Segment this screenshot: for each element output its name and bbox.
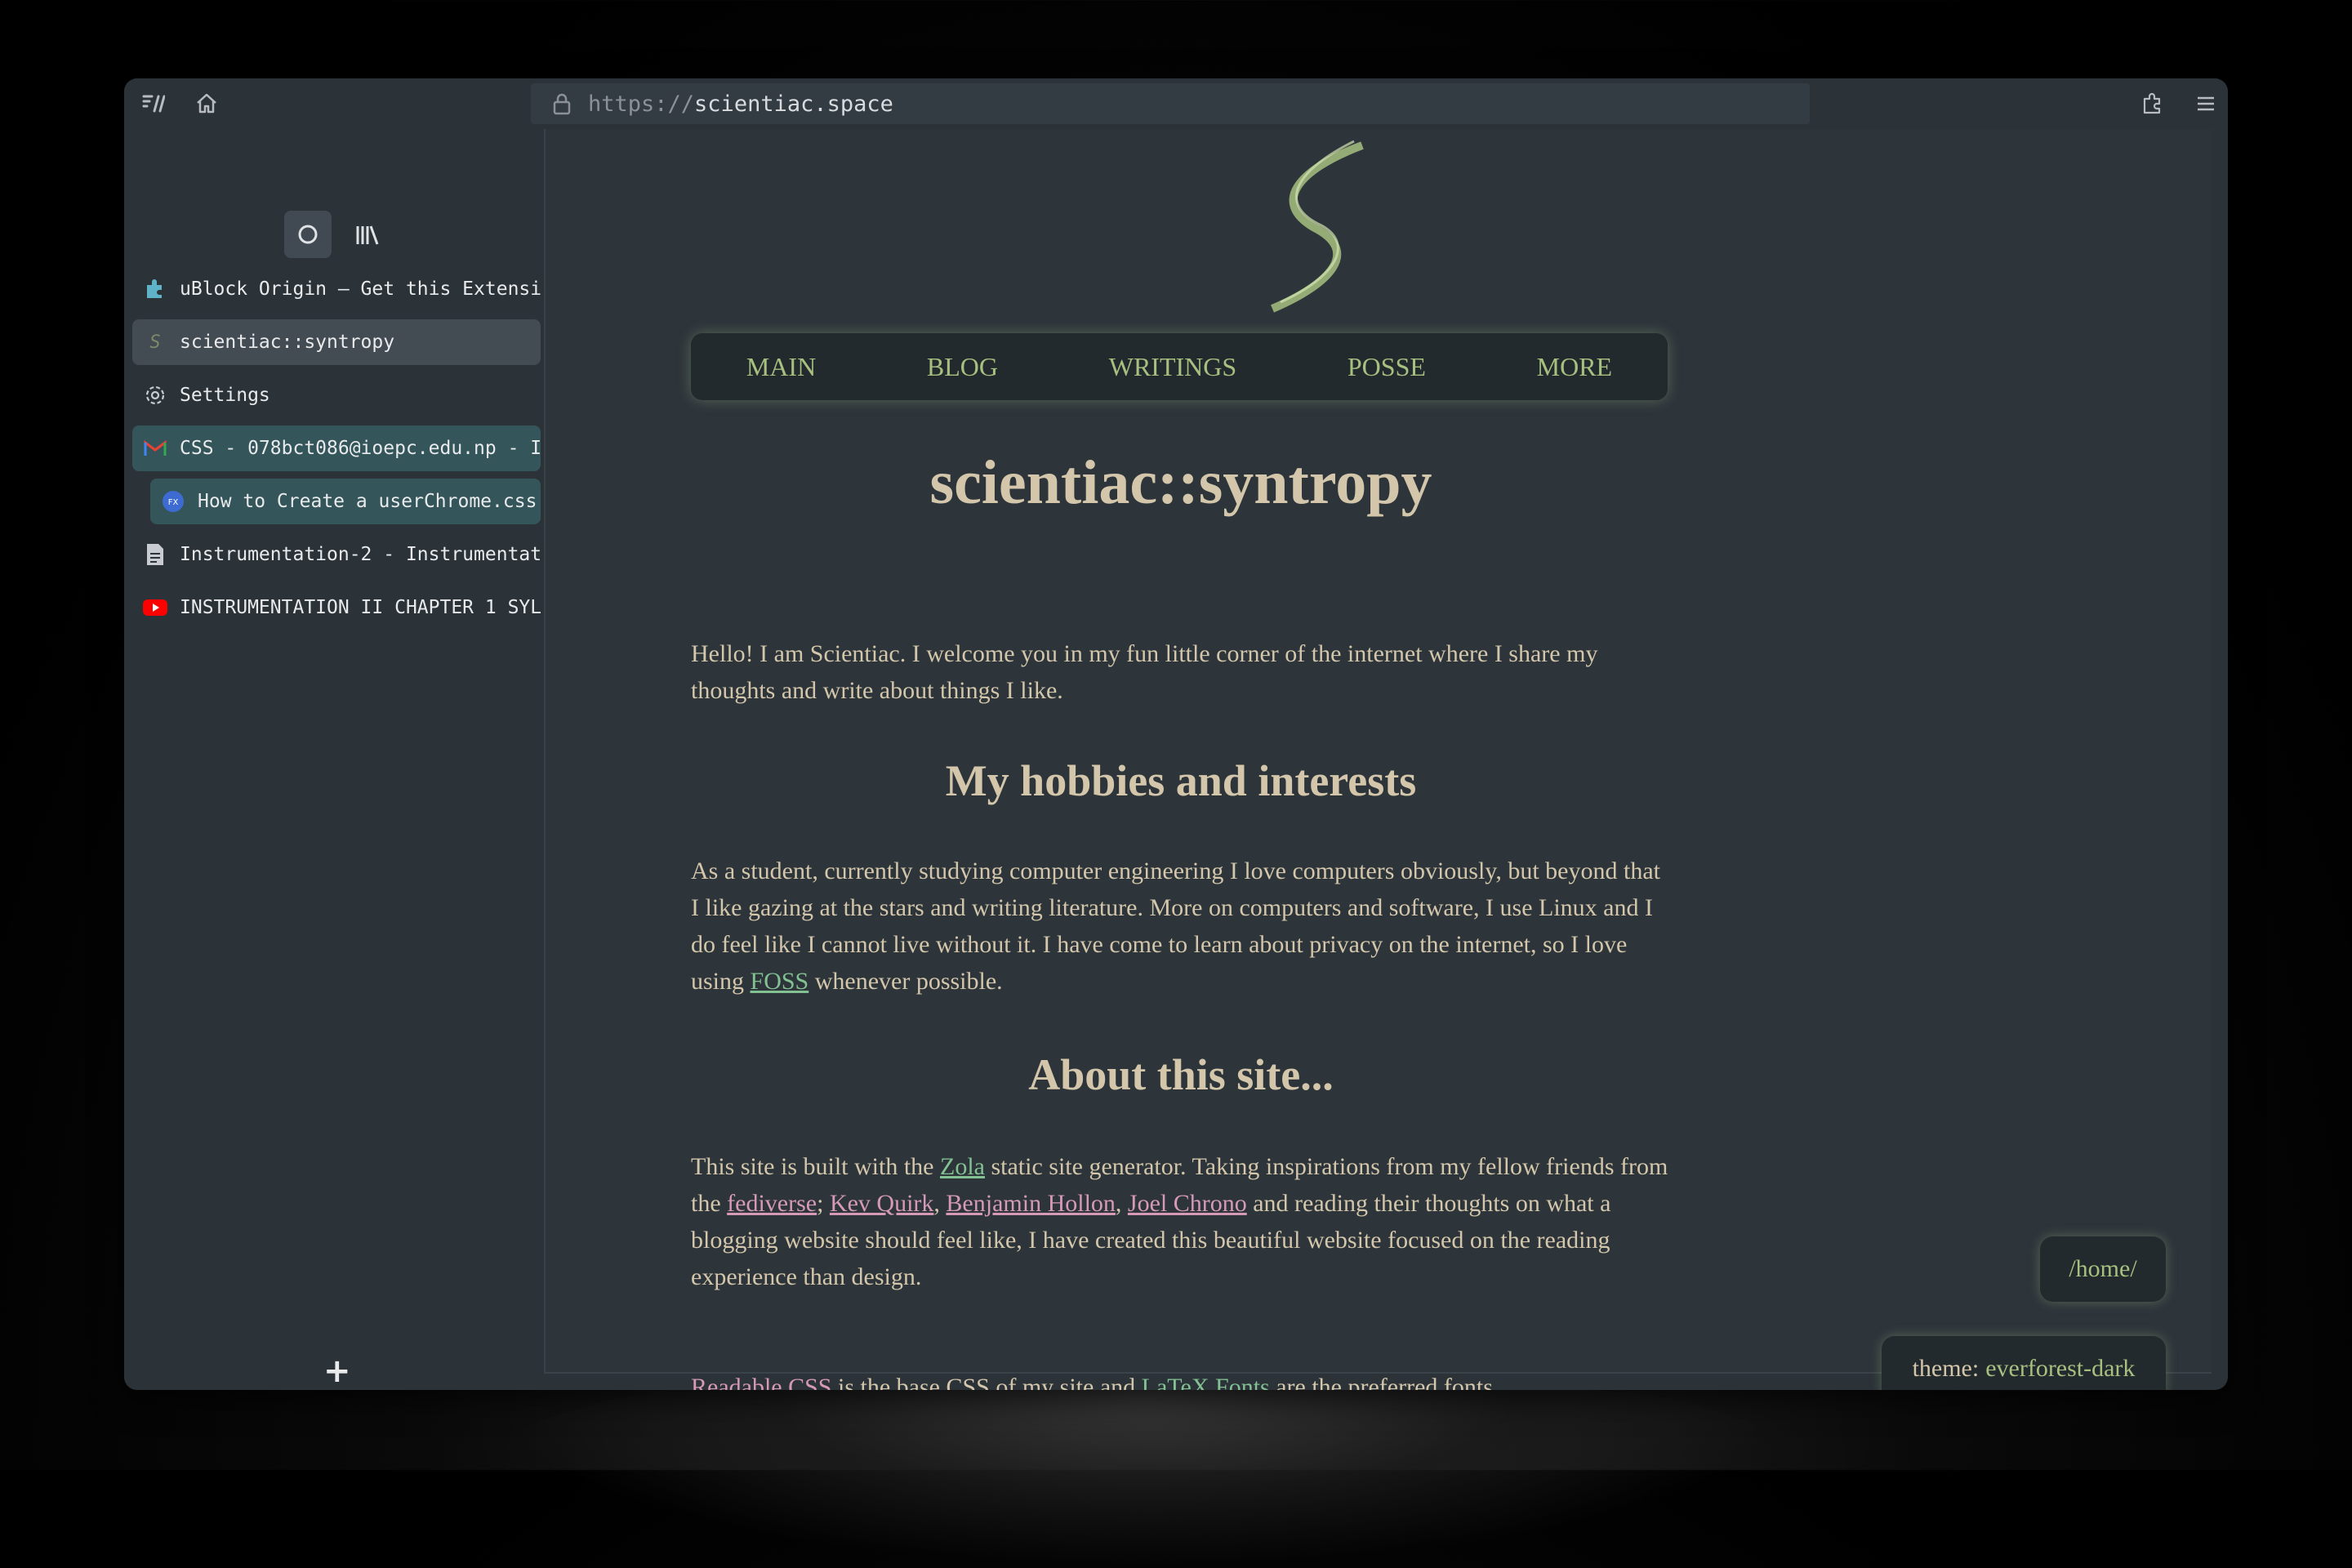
site-logo[interactable] bbox=[1240, 129, 1395, 317]
tab-youtube[interactable]: INSTRUMENTATION II CHAPTER 1 SYLLABUS bbox=[132, 585, 541, 630]
css-paragraph: Readable CSS is the base CSS of my site … bbox=[691, 1369, 1671, 1390]
vertical-tab-list: uBlock Origin – Get this Extension for F… bbox=[132, 266, 541, 638]
tab-label: scientiac::syntropy bbox=[180, 332, 395, 353]
nav-more[interactable]: MORE bbox=[1537, 352, 1612, 382]
sidebar-toggle-icon[interactable] bbox=[137, 88, 168, 119]
tab-ublock-origin[interactable]: uBlock Origin – Get this Extension for F… bbox=[132, 266, 541, 312]
benjamin-hollon-link[interactable]: Benjamin Hollon bbox=[946, 1190, 1115, 1217]
trash-icon[interactable] bbox=[183, 1385, 216, 1390]
kev-quirk-link[interactable]: Kev Quirk bbox=[830, 1190, 933, 1217]
browser-window: https://scientiac.space uBlock Origin – … bbox=[124, 78, 2228, 1390]
url-bar[interactable]: https://scientiac.space bbox=[531, 83, 1810, 124]
tab-scientiac[interactable]: S scientiac::syntropy bbox=[132, 319, 541, 365]
url-scheme: https:// bbox=[588, 91, 695, 117]
theme-value: everforest-dark bbox=[1985, 1355, 2136, 1382]
nav-writings[interactable]: WRITINGS bbox=[1109, 352, 1236, 382]
puzzle-icon bbox=[142, 276, 168, 302]
hobbies-heading: My hobbies and interests bbox=[945, 756, 1417, 805]
sidebar: uBlock Origin – Get this Extension for F… bbox=[124, 129, 544, 1390]
nav-blog[interactable]: BLOG bbox=[927, 352, 998, 382]
firefox-css-icon: FX bbox=[160, 488, 186, 514]
extensions-icon[interactable] bbox=[2136, 88, 2167, 119]
tab-gmail[interactable]: CSS - 078bct086@ioepc.edu.np - Inbox bbox=[132, 425, 541, 471]
about-text: This site is built with the bbox=[691, 1153, 940, 1180]
lock-icon bbox=[546, 87, 578, 120]
tab-instrumentation[interactable]: Instrumentation-2 - Instrumentation bbox=[132, 532, 541, 577]
separator: , bbox=[933, 1190, 947, 1217]
history-icon[interactable] bbox=[459, 1385, 492, 1390]
css-text-end: are the preferred fonts. bbox=[1269, 1374, 1499, 1390]
svg-text:FX: FX bbox=[168, 498, 179, 507]
about-paragraph: This site is built with the Zola static … bbox=[691, 1148, 1671, 1295]
url-host: scientiac.space bbox=[694, 91, 893, 117]
tab-settings[interactable]: Settings bbox=[132, 372, 541, 418]
latex-fonts-link[interactable]: LaTeX Fonts bbox=[1142, 1374, 1270, 1390]
theme-label: theme: bbox=[1912, 1355, 1980, 1382]
nav-posse[interactable]: POSSE bbox=[1348, 352, 1426, 382]
intro-paragraph: Hello! I am Scientiac. I welcome you in … bbox=[691, 640, 1598, 704]
bookmark-icon[interactable] bbox=[320, 1385, 353, 1390]
about-heading: About this site... bbox=[1028, 1050, 1334, 1099]
tab-label: Settings bbox=[180, 385, 270, 406]
readable-css-link[interactable]: Readable CSS bbox=[691, 1374, 832, 1390]
menu-icon[interactable] bbox=[2190, 88, 2221, 119]
separator: ; bbox=[817, 1190, 830, 1217]
youtube-icon bbox=[142, 595, 168, 621]
tab-label: CSS - 078bct086@ioepc.edu.np - Inbox bbox=[180, 438, 541, 459]
gmail-icon bbox=[142, 435, 168, 461]
document-icon bbox=[142, 541, 168, 568]
fediverse-link[interactable]: fediverse bbox=[727, 1190, 817, 1217]
tab-label: Instrumentation-2 - Instrumentation bbox=[180, 544, 541, 565]
zola-link[interactable]: Zola bbox=[940, 1153, 985, 1180]
separator: , bbox=[1115, 1190, 1128, 1217]
hobbies-paragraph: As a student, currently studying compute… bbox=[691, 853, 1671, 1000]
web-content: MAIN BLOG WRITINGS POSSE MORE scientiac:… bbox=[544, 129, 2212, 1390]
nav-main[interactable]: MAIN bbox=[746, 352, 816, 382]
library-button[interactable] bbox=[343, 211, 390, 258]
sidebar-switcher bbox=[284, 211, 390, 258]
home-icon[interactable] bbox=[191, 88, 222, 119]
home-path-button[interactable]: /home/ bbox=[2040, 1236, 2166, 1302]
tab-userchrome[interactable]: FX How to Create a userChrome.css File bbox=[150, 479, 541, 524]
theme-switcher-button[interactable]: theme: everforest-dark bbox=[1882, 1336, 2166, 1390]
foss-link[interactable]: FOSS bbox=[751, 968, 809, 995]
hobbies-text-end: whenever possible. bbox=[808, 968, 1003, 995]
toolbar: https://scientiac.space bbox=[124, 78, 2228, 129]
tab-label: How to Create a userChrome.css File bbox=[198, 491, 541, 512]
site-nav: MAIN BLOG WRITINGS POSSE MORE bbox=[691, 333, 1668, 400]
site-logo-icon: S bbox=[149, 332, 161, 353]
tab-label: INSTRUMENTATION II CHAPTER 1 SYLLABUS bbox=[180, 597, 541, 618]
css-text: is the base CSS of my site and bbox=[831, 1374, 1142, 1390]
tabs-panel-button[interactable] bbox=[284, 211, 332, 258]
page-title: scientiac::syntropy bbox=[929, 448, 1432, 517]
tab-label: uBlock Origin – Get this Extension for F… bbox=[180, 278, 541, 300]
gear-icon bbox=[142, 382, 168, 408]
joel-chrono-link[interactable]: Joel Chrono bbox=[1128, 1190, 1247, 1217]
